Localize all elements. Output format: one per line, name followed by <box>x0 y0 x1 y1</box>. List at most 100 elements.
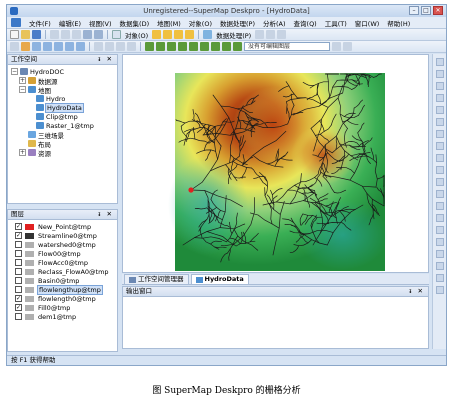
tool-icon[interactable] <box>435 190 444 198</box>
tool-icon[interactable] <box>435 82 444 90</box>
layer-visibility-checkbox[interactable]: ✓ <box>15 223 22 230</box>
layer-visibility-checkbox[interactable] <box>15 313 22 320</box>
tab-workspace-manager[interactable]: 工作空间管理器 <box>124 274 189 284</box>
panel-pin-close[interactable]: ᵻ ✕ <box>98 210 114 219</box>
grid-icon[interactable] <box>112 30 121 39</box>
tree-map-item[interactable]: Hydro <box>8 94 117 103</box>
layer-row[interactable]: ✓ Streamline0@tmp <box>8 231 117 240</box>
layer-visibility-checkbox[interactable] <box>15 250 22 257</box>
layer-visibility-checkbox[interactable] <box>15 241 22 248</box>
tool-icon[interactable] <box>435 166 444 174</box>
expand-icon[interactable]: + <box>19 77 26 84</box>
pour-point-marker[interactable] <box>188 187 194 193</box>
panel-pin-close[interactable]: ᵻ ✕ <box>98 55 114 64</box>
zoom-out-icon[interactable] <box>43 42 52 51</box>
layer-tool-icon[interactable] <box>343 42 352 51</box>
pointer-icon[interactable] <box>10 42 19 51</box>
menu-object[interactable]: 对象(O) <box>185 18 216 28</box>
measure-icon[interactable] <box>94 42 103 51</box>
tool-icon[interactable] <box>435 250 444 258</box>
draw-text-icon[interactable] <box>200 42 209 51</box>
tool-icon[interactable] <box>435 106 444 114</box>
undo-icon[interactable] <box>83 30 92 39</box>
map-window[interactable] <box>122 54 429 273</box>
tree-datasource[interactable]: + 数据源 <box>8 76 117 86</box>
save-icon[interactable] <box>32 30 41 39</box>
copy-icon[interactable] <box>61 30 70 39</box>
draw-arc-icon[interactable] <box>222 42 231 51</box>
close-icon[interactable]: ✕ <box>433 6 443 15</box>
layer-row[interactable]: ✓ New_Point@tmp <box>8 222 117 231</box>
tree-map-item-selected[interactable]: HydroData <box>8 102 117 113</box>
tool-icon[interactable] <box>435 154 444 162</box>
draw-polygon-icon[interactable] <box>167 42 176 51</box>
tool-icon[interactable] <box>435 202 444 210</box>
tool-icon[interactable] <box>277 30 287 39</box>
layer-tool-icon[interactable] <box>332 42 341 51</box>
panel-pin-close[interactable]: ᵻ ✕ <box>409 287 425 296</box>
menu-dataset[interactable]: 数据集(D) <box>116 18 154 28</box>
draw-rect-icon[interactable] <box>178 42 187 51</box>
new-icon[interactable] <box>10 30 19 39</box>
snap-icon[interactable] <box>185 30 195 39</box>
tree-map-item[interactable]: Clip@tmp <box>8 112 117 121</box>
edit-icon[interactable] <box>163 30 173 39</box>
tool-icon[interactable] <box>435 58 444 66</box>
identify-icon[interactable] <box>105 42 114 51</box>
layer-visibility-checkbox[interactable] <box>15 277 22 284</box>
paste-icon[interactable] <box>72 30 81 39</box>
menu-file[interactable]: 文件(F) <box>25 18 55 28</box>
select-rect-icon[interactable] <box>116 42 125 51</box>
tool-icon[interactable] <box>255 30 265 39</box>
menu-edit[interactable]: 编辑(E) <box>55 18 85 28</box>
tree-maps[interactable]: − 地图 <box>8 85 117 95</box>
node-icon[interactable] <box>174 30 184 39</box>
layer-row[interactable]: ✓ Fill0@tmp <box>8 303 117 312</box>
tool-icon[interactable] <box>435 70 444 78</box>
menu-analysis[interactable]: 分析(A) <box>259 18 290 28</box>
draw-curve-icon[interactable] <box>211 42 220 51</box>
editable-layer-select[interactable]: 没有可编辑图层 <box>244 42 330 51</box>
layer-row[interactable]: Reclass_FlowA0@tmp <box>8 267 117 276</box>
open-icon[interactable] <box>21 30 30 39</box>
draw-point-icon[interactable] <box>145 42 154 51</box>
layer-row[interactable]: flowlengthup@tmp <box>8 284 117 295</box>
redo-icon[interactable] <box>94 30 103 39</box>
object-dropdown[interactable]: 对象(O) <box>123 30 150 40</box>
layer-row[interactable]: dem1@tmp <box>8 312 117 321</box>
layer-visibility-checkbox[interactable] <box>15 259 22 266</box>
clear-select-icon[interactable] <box>127 42 136 51</box>
layer-visibility-checkbox[interactable] <box>15 268 22 275</box>
tool-icon[interactable] <box>266 30 276 39</box>
layer-row[interactable]: watershed0@tmp <box>8 240 117 249</box>
tool-icon[interactable] <box>435 226 444 234</box>
tool-icon[interactable] <box>435 142 444 150</box>
tab-hydrodata[interactable]: HydroData <box>190 274 249 284</box>
tool-icon[interactable] <box>435 94 444 102</box>
menu-process[interactable]: 数据处理(P) <box>216 18 259 28</box>
app-menu-icon[interactable] <box>11 18 21 27</box>
layer-visibility-checkbox[interactable] <box>15 286 22 293</box>
zoom-free-icon[interactable] <box>54 42 63 51</box>
menu-tools[interactable]: 工具(T) <box>321 18 351 28</box>
draw-line-icon[interactable] <box>156 42 165 51</box>
layer-row[interactable]: FlowAcc0@tmp <box>8 258 117 267</box>
menu-help[interactable]: 帮助(H) <box>383 18 414 28</box>
collapse-icon[interactable]: − <box>19 86 26 93</box>
tool-icon[interactable] <box>435 274 444 282</box>
process-dropdown[interactable]: 数据处理(P) <box>214 30 253 40</box>
select-icon[interactable] <box>152 30 162 39</box>
cut-icon[interactable] <box>50 30 59 39</box>
tool-icon[interactable] <box>435 178 444 186</box>
map-canvas[interactable] <box>123 55 428 272</box>
menu-view[interactable]: 视图(V) <box>85 18 116 28</box>
expand-icon[interactable]: + <box>19 149 26 156</box>
maximize-icon[interactable]: □ <box>421 6 431 15</box>
tree-resources[interactable]: + 资源 <box>8 148 117 158</box>
tool-icon[interactable] <box>435 214 444 222</box>
tool-icon[interactable] <box>435 130 444 138</box>
menu-map[interactable]: 地图(M) <box>153 18 185 28</box>
full-extent-icon[interactable] <box>65 42 74 51</box>
tool-icon[interactable] <box>435 118 444 126</box>
draw-circle-icon[interactable] <box>189 42 198 51</box>
